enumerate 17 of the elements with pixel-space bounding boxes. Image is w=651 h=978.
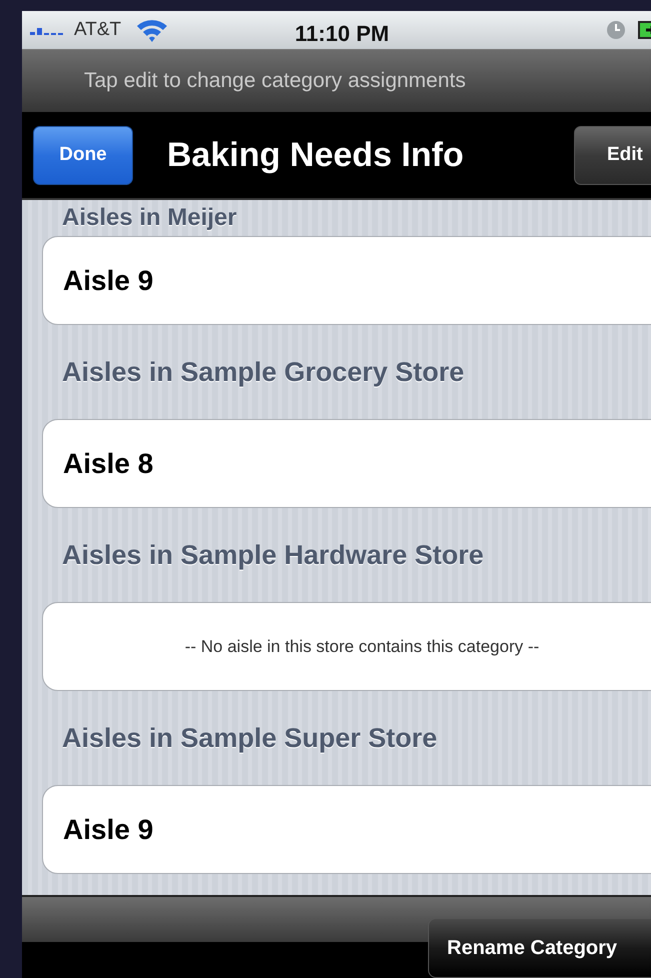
section-header: Aisles in Sample Hardware Store (61, 538, 485, 572)
section-header: Aisles in Meijer (61, 203, 238, 233)
clock-icon (606, 20, 626, 40)
empty-row: -- No aisle in this store contains this category -- (42, 602, 651, 691)
edit-button[interactable]: Edit (574, 126, 651, 184)
section-header: Aisles in Sample Grocery Store (61, 356, 466, 389)
wifi-icon (135, 17, 170, 43)
screen-title: Baking Needs Info (167, 134, 464, 176)
rename-category-button[interactable]: Rename Category (428, 918, 651, 978)
aisle-row[interactable]: Aisle 9 (42, 785, 651, 874)
aisle-row[interactable]: Aisle 9 (42, 236, 651, 325)
instruction-text: Tap edit to change category assignments (84, 68, 466, 94)
carrier-name: AT&T (74, 18, 122, 42)
aisle-row[interactable]: Aisle 8 (42, 419, 651, 508)
done-button[interactable]: Done (33, 126, 133, 184)
status-time: 11:10 PM (294, 20, 390, 48)
section-header: Aisles in Sample Super Store (61, 722, 438, 755)
